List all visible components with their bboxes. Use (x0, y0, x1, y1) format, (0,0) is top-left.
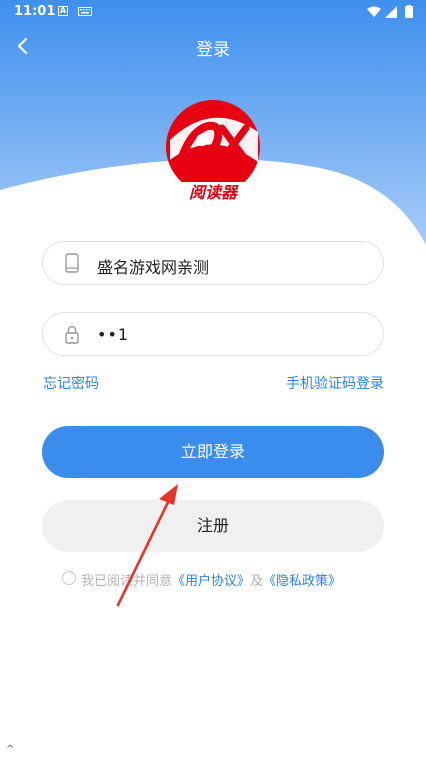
app-logo: 阅读器 (166, 100, 260, 202)
caret-icon: ^ (6, 744, 15, 755)
username-field[interactable]: 盛名游戏网亲测 (42, 241, 384, 285)
privacy-policy-link[interactable]: 《隐私政策》 (263, 574, 341, 589)
password-field[interactable]: ••1 (42, 312, 384, 356)
status-time: 11:01 (14, 4, 56, 19)
status-bar: 11:01 A (0, 0, 426, 24)
page-title: 登录 (196, 40, 230, 60)
sms-login-link[interactable]: 手机验证码登录 (286, 373, 384, 393)
agreement-prefix: 我已阅读并同意 (81, 574, 173, 589)
agreement-checkbox[interactable] (62, 571, 76, 585)
svg-text:阅读器: 阅读器 (189, 183, 239, 202)
phone-icon (65, 253, 79, 273)
password-value: ••1 (97, 325, 130, 344)
register-button[interactable]: 注册 (42, 500, 384, 552)
username-value: 盛名游戏网亲测 (97, 258, 210, 277)
a-notification-icon: A (58, 6, 68, 16)
keyboard-icon (78, 7, 92, 16)
forgot-password-link[interactable]: 忘记密码 (43, 373, 99, 393)
agreement-conjunction: 及 (250, 574, 264, 589)
login-button[interactable]: 立即登录 (42, 426, 384, 478)
wifi-signal-battery-icon (367, 5, 413, 18)
user-agreement-link[interactable]: 《用户协议》 (172, 574, 250, 589)
lock-icon (65, 325, 79, 344)
